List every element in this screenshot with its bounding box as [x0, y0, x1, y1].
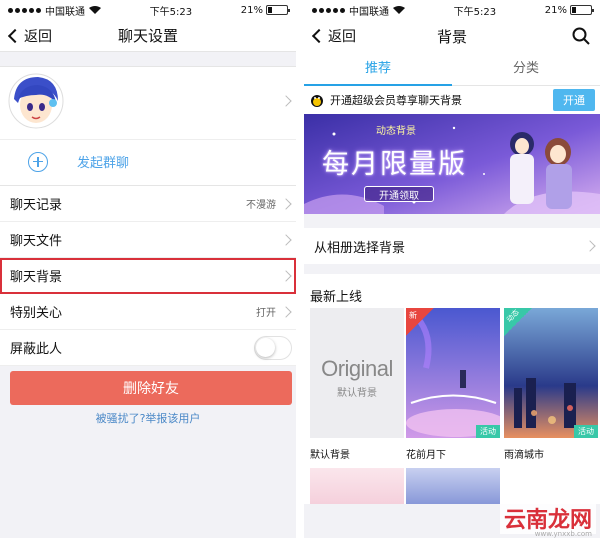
thumb-label: 花前月下: [406, 450, 446, 461]
back-label: 返回: [24, 29, 52, 45]
row-label: 聊天记录: [10, 198, 63, 213]
chevron-right-icon: [280, 95, 292, 107]
start-group-chat-button[interactable]: 发起群聊: [0, 139, 296, 183]
album-label: 从相册选择背景: [314, 240, 406, 256]
page-title: 聊天设置: [117, 27, 178, 45]
choose-from-album-row[interactable]: 从相册选择背景: [304, 228, 600, 264]
status-bar: 中国联通 下午5:23 21%: [0, 0, 296, 20]
back-button[interactable]: 返回: [6, 26, 52, 46]
new-badge-text: 新: [409, 311, 417, 320]
special-care-row[interactable]: 特别关心 打开: [0, 294, 296, 330]
tab-recommended[interactable]: 推荐: [304, 52, 452, 85]
status-left: 中国联通: [312, 3, 405, 18]
chat-background-row[interactable]: 聊天背景: [0, 258, 296, 294]
nav-bar: 返回 聊天设置: [0, 20, 296, 52]
background-thumb-row2-2[interactable]: [406, 468, 500, 504]
chat-history-row[interactable]: 聊天记录 不漫游: [0, 186, 296, 222]
avatar[interactable]: [8, 73, 64, 129]
banner-title: 每月限量版: [322, 149, 467, 180]
status-left: 中国联通: [8, 3, 101, 18]
back-button[interactable]: 返回: [310, 26, 356, 46]
row-value: 不漫游: [246, 200, 276, 211]
battery-icon: [265, 5, 290, 15]
block-user-row: 屏蔽此人: [0, 330, 296, 366]
screenshot: 中国联通 下午5:23 21% 返回 聊天设置 发起群聊 聊天记录 不漫游 聊天…: [0, 0, 600, 538]
original-sub-label: 默认背景: [337, 388, 377, 399]
background-screen: 中国联通 下午5:23 21% 返回 背景 推荐 分类 开通超级会员尊享聊天背景…: [304, 0, 600, 538]
vip-promo-text: 开通超级会员尊享聊天背景: [330, 94, 462, 107]
chat-settings-screen: 中国联通 下午5:23 21% 返回 聊天设置 发起群聊 聊天记录 不漫游 聊天…: [0, 0, 296, 538]
row-label: 屏蔽此人: [10, 342, 63, 357]
vip-open-button[interactable]: 开通: [553, 89, 595, 111]
section-title: 最新上线: [310, 290, 363, 305]
background-thumb-rain-city[interactable]: 动态 活动: [504, 308, 598, 438]
thumb-label: 雨滴城市: [504, 450, 544, 461]
background-thumb-row2-1[interactable]: [310, 468, 404, 504]
delete-friend-button[interactable]: 删除好友: [10, 371, 292, 405]
background-thumb-default[interactable]: Original 默认背景: [310, 308, 404, 438]
thumb-label: 默认背景: [310, 450, 350, 461]
settings-list: 聊天记录 不漫游 聊天文件 聊天背景 特别关心 打开 屏蔽此人: [0, 186, 296, 366]
battery-indicator: 21%: [544, 4, 594, 16]
nav-bar: 返回 背景: [304, 20, 600, 52]
status-bar: 中国联通 下午5:23 21%: [304, 0, 600, 20]
search-icon[interactable]: [572, 27, 590, 45]
battery-label: 21%: [544, 4, 567, 16]
battery-icon: [569, 5, 594, 15]
original-label: Original: [321, 356, 393, 381]
battery-indicator: 21%: [240, 4, 290, 16]
chevron-right-icon: [280, 198, 292, 210]
back-label: 返回: [328, 29, 356, 45]
page-title: 背景: [436, 27, 467, 46]
tab-category[interactable]: 分类: [452, 52, 600, 85]
signal-icon: [312, 7, 345, 13]
plus-circle-icon: [28, 151, 48, 172]
carrier-label: 中国联通: [45, 6, 85, 18]
dynamic-badge: 动态: [504, 308, 532, 336]
row-value: 打开: [256, 308, 276, 319]
signal-icon: [8, 7, 41, 13]
event-tag: 活动: [476, 425, 500, 438]
event-tag: 活动: [574, 425, 598, 438]
vip-promo-bar: 开通超级会员尊享聊天背景 开通: [304, 86, 600, 114]
watermark-url: www.ynxxb.com: [534, 530, 592, 538]
chevron-left-icon: [311, 28, 327, 44]
dynamic-badge-text: 动态: [505, 308, 521, 324]
wifi-icon: [89, 6, 101, 14]
newest-section: 最新上线 Original 默认背景 默认背景 新 活动 花前月下 动态 活动 …: [304, 274, 600, 504]
chevron-right-icon: [584, 240, 596, 252]
wifi-icon: [393, 6, 405, 14]
chevron-right-icon: [280, 306, 292, 318]
row-label: 特别关心: [10, 306, 63, 321]
row-label: 聊天背景: [10, 270, 63, 285]
chevron-right-icon: [280, 270, 292, 282]
status-time: 下午5:23: [453, 6, 497, 18]
chevron-right-icon: [280, 234, 292, 246]
banner-tag: 动态背景: [376, 126, 416, 137]
start-group-chat-label: 发起群聊: [77, 156, 130, 171]
profile-card: 发起群聊: [0, 66, 296, 186]
row-label: 聊天文件: [10, 234, 63, 249]
vip-penguin-icon: [311, 95, 323, 107]
chat-files-row[interactable]: 聊天文件: [0, 222, 296, 258]
block-toggle[interactable]: [254, 336, 292, 360]
carrier-label: 中国联通: [349, 6, 389, 18]
new-badge: 新: [406, 308, 434, 336]
divider: [296, 0, 304, 538]
battery-label: 21%: [240, 4, 263, 16]
promo-banner[interactable]: 动态背景 每月限量版 开通领取: [304, 114, 600, 214]
chevron-left-icon: [7, 28, 23, 44]
background-thumb-flowers[interactable]: 新 活动: [406, 308, 500, 438]
tab-bar: 推荐 分类: [304, 52, 600, 86]
status-time: 下午5:23: [149, 6, 193, 18]
banner-claim-button[interactable]: 开通领取: [364, 186, 434, 202]
report-user-link[interactable]: 被骚扰了?举报该用户: [0, 410, 296, 426]
